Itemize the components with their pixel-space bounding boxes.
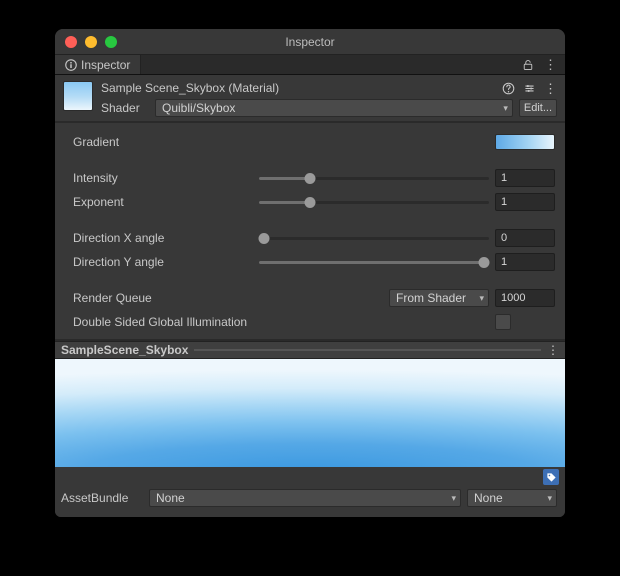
panel-menu-icon[interactable]: ⋮: [544, 58, 557, 71]
close-icon[interactable]: [65, 36, 77, 48]
footer: AssetBundle None None: [55, 467, 565, 517]
material-preview[interactable]: [55, 359, 565, 467]
component-menu-icon[interactable]: ⋮: [544, 82, 557, 95]
minimize-icon[interactable]: [85, 36, 97, 48]
exponent-slider[interactable]: [259, 193, 489, 211]
prop-render-queue: Render Queue From Shader 1000: [73, 289, 555, 307]
shader-label: Shader: [101, 101, 149, 115]
direction-y-field[interactable]: 1: [495, 253, 555, 271]
window-title: Inspector: [55, 35, 565, 49]
prop-direction-x: Direction X angle 0: [73, 229, 555, 247]
prop-dsgi: Double Sided Global Illumination: [73, 313, 555, 331]
titlebar: Inspector: [55, 29, 565, 55]
gradient-swatch[interactable]: [495, 134, 555, 150]
help-icon[interactable]: [502, 82, 515, 95]
material-thumbnail[interactable]: [63, 81, 93, 111]
render-queue-field[interactable]: 1000: [495, 289, 555, 307]
dsgi-checkbox[interactable]: [495, 314, 511, 330]
lock-icon[interactable]: [522, 59, 534, 71]
window-controls: [65, 36, 117, 48]
render-queue-dropdown[interactable]: From Shader: [389, 289, 489, 307]
material-title: Sample Scene_Skybox (Material): [101, 81, 502, 95]
assetbundle-variant-dropdown[interactable]: None: [467, 489, 557, 507]
direction-x-slider[interactable]: [259, 229, 489, 247]
tab-bar: Inspector ⋮: [55, 55, 565, 75]
tab-label: Inspector: [81, 58, 130, 72]
info-icon: [65, 59, 77, 71]
exponent-field[interactable]: 1: [495, 193, 555, 211]
prop-exponent: Exponent 1: [73, 193, 555, 211]
preview-name: SampleScene_Skybox: [61, 343, 188, 357]
preview-divider: [194, 349, 541, 351]
direction-x-field[interactable]: 0: [495, 229, 555, 247]
zoom-icon[interactable]: [105, 36, 117, 48]
assetbundle-label: AssetBundle: [61, 491, 143, 505]
prop-intensity: Intensity 1: [73, 169, 555, 187]
preview-header: SampleScene_Skybox ⋮: [55, 341, 565, 359]
assetbundle-row: AssetBundle None None: [55, 487, 565, 515]
assetbundle-name-dropdown[interactable]: None: [149, 489, 461, 507]
edit-shader-button[interactable]: Edit...: [519, 99, 557, 117]
material-properties: Gradient Intensity 1 Exponent 1 Directio…: [55, 123, 565, 341]
prop-gradient: Gradient: [73, 133, 555, 151]
tab-inspector[interactable]: Inspector: [55, 55, 141, 74]
material-header: Sample Scene_Skybox (Material) ⋮ Shader …: [55, 75, 565, 121]
intensity-field[interactable]: 1: [495, 169, 555, 187]
direction-y-slider[interactable]: [259, 253, 489, 271]
preview-menu-icon[interactable]: ⋮: [547, 343, 559, 357]
settings-icon[interactable]: [523, 82, 536, 95]
intensity-slider[interactable]: [259, 169, 489, 187]
label-icon[interactable]: [543, 469, 559, 485]
inspector-window: Inspector Inspector ⋮ Sample Scene_Skybo…: [55, 29, 565, 517]
prop-direction-y: Direction Y angle 1: [73, 253, 555, 271]
shader-dropdown[interactable]: Quibli/Skybox: [155, 99, 513, 117]
